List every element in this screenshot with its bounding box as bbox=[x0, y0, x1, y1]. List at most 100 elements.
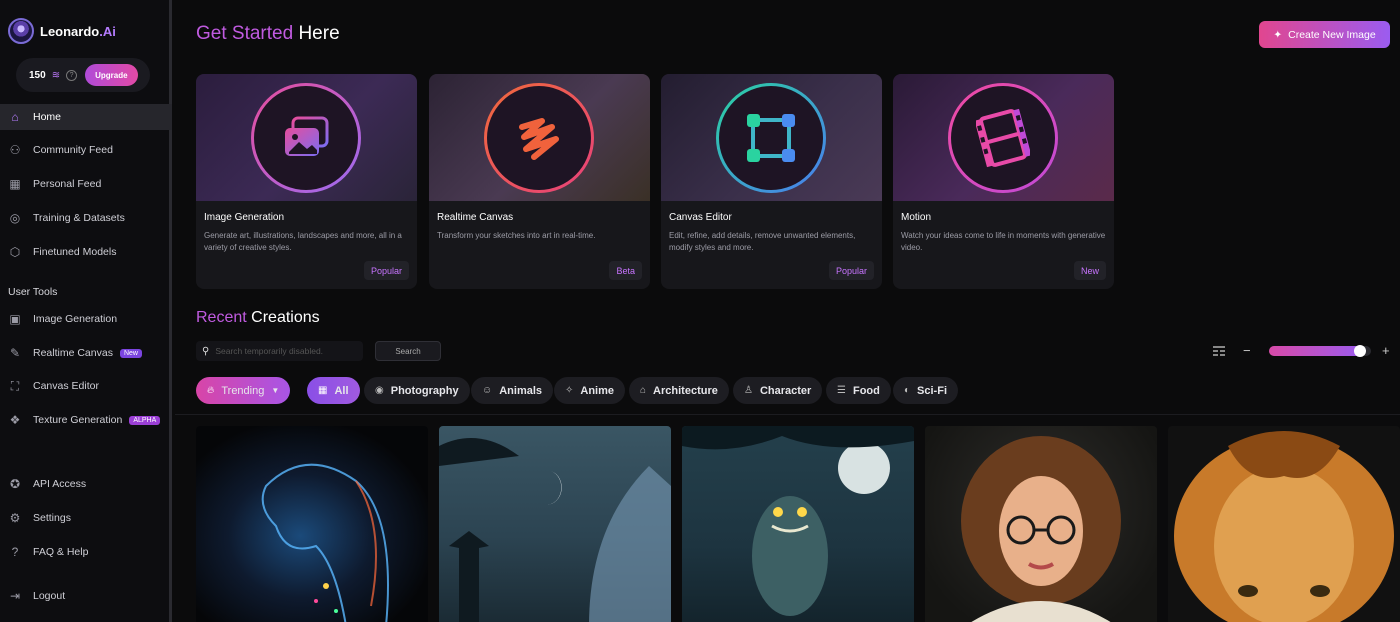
trending-dropdown[interactable]: 🔥︎ Trending ▼ bbox=[196, 377, 291, 404]
sidebar-item-label: Image Generation bbox=[33, 313, 118, 325]
card-title: Image Generation bbox=[204, 212, 285, 223]
sidebar-item-community-feed[interactable]: ⚇ Community Feed bbox=[0, 137, 172, 163]
sidebar-item-label: Texture Generation bbox=[33, 414, 123, 426]
chevron-down-icon: ▼ bbox=[271, 386, 280, 395]
filter-chip-character[interactable]: ♙ Character bbox=[733, 377, 823, 404]
zoom-slider-thumb[interactable] bbox=[1353, 345, 1366, 357]
zoom-slider-fill bbox=[1269, 346, 1365, 356]
filter-chip-all[interactable]: ▦ All bbox=[307, 377, 360, 404]
search-box: ⚲ bbox=[196, 341, 363, 361]
create-new-image-label: Create New Image bbox=[1288, 28, 1376, 41]
sparkle-icon: ✦ bbox=[1273, 28, 1283, 41]
card-art bbox=[661, 74, 882, 201]
gallery-image-lion[interactable] bbox=[1168, 426, 1400, 622]
sidebar-item-texture-generation[interactable]: ❖ Texture Generation ALPHA bbox=[0, 407, 172, 433]
card-description: Transform your sketches into art in real… bbox=[437, 231, 596, 240]
card-description: Edit, refine, add details, remove unwant… bbox=[669, 231, 856, 252]
filter-chip-sci-fi[interactable]: ◐ Sci-Fi bbox=[893, 377, 958, 404]
sidebar-item-api-access[interactable]: ✪ API Access bbox=[0, 471, 172, 497]
sidebar-item-settings[interactable]: ⚙ Settings bbox=[0, 505, 172, 531]
chip-label: Photography bbox=[390, 384, 459, 397]
sidebar-item-label: FAQ & Help bbox=[33, 546, 89, 558]
zoom-in-icon[interactable]: + bbox=[1382, 343, 1390, 358]
card-title: Realtime Canvas bbox=[437, 212, 514, 223]
help-icon: ? bbox=[11, 545, 19, 559]
logout-icon: ⇥ bbox=[9, 589, 21, 603]
alpha-badge: ALPHA bbox=[129, 415, 161, 425]
sidebar-item-personal-feed[interactable]: ▦ Personal Feed bbox=[0, 171, 172, 197]
help-icon[interactable]: ? bbox=[66, 69, 78, 81]
camera-icon: ◉ bbox=[375, 385, 384, 396]
new-badge: New bbox=[119, 348, 142, 358]
filter-chip-architecture[interactable]: ⌂ Architecture bbox=[629, 377, 729, 404]
app-name: Leonardo bbox=[40, 23, 100, 39]
credits-count: 150 bbox=[29, 69, 46, 81]
card-tag: New bbox=[1073, 261, 1106, 280]
sidebar-item-canvas-editor[interactable]: ⛶ Canvas Editor bbox=[0, 373, 172, 399]
sidebar-item-label: Community Feed bbox=[33, 144, 113, 156]
card-art bbox=[429, 74, 650, 201]
zoom-slider[interactable] bbox=[1269, 345, 1371, 357]
layout-toggle-icon[interactable] bbox=[1213, 346, 1225, 356]
card-canvas-editor[interactable]: Canvas Editor Edit, refine, add details,… bbox=[661, 74, 882, 289]
upgrade-button[interactable]: Upgrade bbox=[85, 64, 138, 86]
card-tag: Popular bbox=[363, 261, 409, 280]
app-name-suffix: .Ai bbox=[99, 23, 116, 39]
page-title: Get Started Here bbox=[196, 23, 340, 45]
chip-label: Animals bbox=[499, 384, 543, 397]
sidebar-item-logout[interactable]: ⇥ Logout bbox=[0, 583, 172, 609]
cube-icon: ⬡ bbox=[9, 245, 21, 259]
sidebar-item-label: Training & Datasets bbox=[33, 212, 125, 224]
sidebar-item-label: Personal Feed bbox=[33, 178, 102, 190]
filter-chip-food[interactable]: ☰ Food bbox=[826, 377, 891, 404]
sidebar-item-home[interactable]: ⌂ Home bbox=[0, 104, 172, 130]
texture-icon: ❖ bbox=[9, 413, 21, 427]
chip-label: Sci-Fi bbox=[917, 384, 947, 397]
gallery-image-woman-glasses[interactable] bbox=[925, 426, 1157, 622]
search-button[interactable]: Search bbox=[375, 341, 441, 361]
page-title-accent: Get Started bbox=[196, 23, 294, 44]
flame-icon: 🔥︎ bbox=[207, 385, 215, 396]
sidebar-item-label: Logout bbox=[33, 590, 66, 602]
person-icon: ♙ bbox=[744, 385, 753, 396]
credits-pill: 150 ≋ ? Upgrade bbox=[16, 58, 150, 92]
training-icon: ◎ bbox=[9, 211, 21, 225]
card-art bbox=[893, 74, 1114, 201]
card-image-generation[interactable]: Image Generation Generate art, illustrat… bbox=[196, 74, 417, 289]
image-icon: ▣ bbox=[9, 312, 21, 326]
sidebar-item-label: Home bbox=[33, 111, 62, 123]
divider bbox=[175, 414, 1400, 415]
zoom-out-icon[interactable]: − bbox=[1243, 343, 1251, 358]
sidebar-item-training[interactable]: ◎ Training & Datasets bbox=[0, 205, 172, 231]
card-tag: Popular bbox=[828, 261, 874, 280]
logo[interactable]: Leonardo.Ai bbox=[8, 18, 116, 44]
filter-chip-anime[interactable]: ✧ Anime bbox=[554, 377, 626, 404]
card-title: Motion bbox=[901, 212, 932, 223]
sidebar-item-label: Finetuned Models bbox=[33, 246, 117, 258]
chip-label: Food bbox=[852, 384, 880, 397]
home-icon: ⌂ bbox=[11, 110, 19, 124]
sidebar-item-faq-help[interactable]: ? FAQ & Help bbox=[0, 539, 172, 565]
gallery-image-forest-monster[interactable] bbox=[682, 426, 914, 622]
gallery-image-neon-girl[interactable] bbox=[196, 426, 428, 622]
filter-chip-animals[interactable]: ☺ Animals bbox=[471, 377, 554, 404]
burger-icon: ☰ bbox=[837, 385, 846, 396]
card-tag: Beta bbox=[609, 261, 642, 280]
card-motion[interactable]: Motion Watch your ideas come to life in … bbox=[893, 74, 1114, 289]
recent-creations-heading: Recent Creations bbox=[196, 309, 320, 327]
sidebar-item-image-generation[interactable]: ▣ Image Generation bbox=[0, 306, 172, 332]
create-new-image-button[interactable]: ✦ Create New Image bbox=[1259, 21, 1390, 48]
sidebar-item-realtime-canvas[interactable]: ✎ Realtime Canvas New bbox=[0, 340, 172, 366]
recent-title-accent: Recent bbox=[196, 309, 247, 326]
search-input[interactable] bbox=[215, 346, 356, 356]
sidebar-item-label: Canvas Editor bbox=[33, 380, 99, 392]
grid-icon: ▦ bbox=[9, 177, 21, 191]
filter-chip-photography[interactable]: ◉ Photography bbox=[364, 377, 470, 404]
sidebar: Leonardo.Ai 150 ≋ ? Upgrade ⌂ Home ⚇ Com… bbox=[0, 0, 172, 622]
page-title-rest: Here bbox=[298, 23, 340, 44]
gallery-image-moonlit-wolf[interactable] bbox=[439, 426, 671, 622]
logo-avatar-icon bbox=[8, 18, 34, 44]
sidebar-item-finetuned-models[interactable]: ⬡ Finetuned Models bbox=[0, 239, 172, 265]
chip-label: All bbox=[334, 384, 349, 397]
card-realtime-canvas[interactable]: Realtime Canvas Transform your sketches … bbox=[429, 74, 650, 289]
